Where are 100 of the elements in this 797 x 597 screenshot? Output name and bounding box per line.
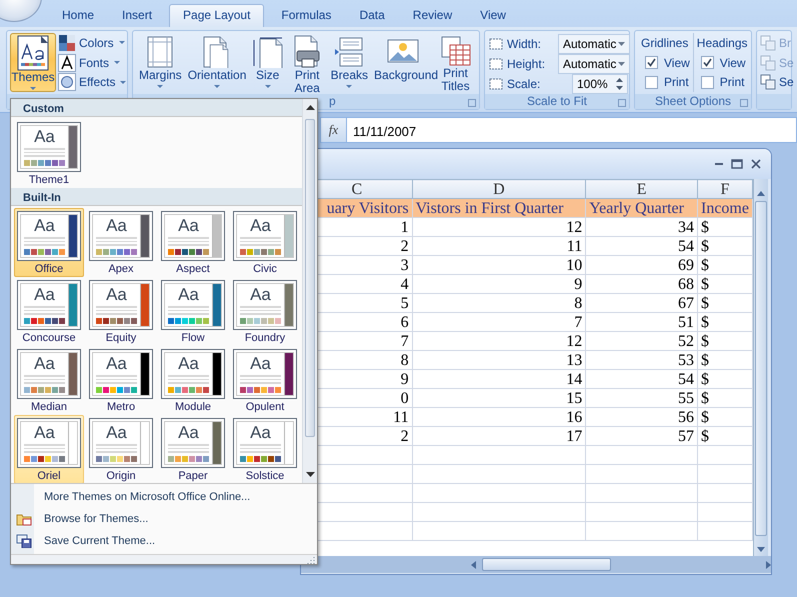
check-icon: [647, 58, 656, 67]
folder-icon: [16, 512, 32, 526]
group-footer: [757, 94, 791, 109]
theme-gallery-item[interactable]: Aa Concourse: [14, 277, 84, 346]
theme-gallery-item[interactable]: Aa Module: [158, 346, 228, 415]
dialog-launcher-icon[interactable]: [618, 99, 626, 107]
table-cell: 52: [586, 332, 698, 350]
table-cell: 10: [412, 256, 586, 274]
preview-text: Aa: [177, 424, 200, 442]
theme-gallery-item[interactable]: Aa Median: [14, 346, 84, 415]
checkbox[interactable]: [700, 76, 714, 89]
dialog-launcher-icon[interactable]: [468, 99, 476, 107]
ribbon-tab[interactable]: Review: [398, 4, 466, 27]
theme-gallery-item[interactable]: Aa Equity: [86, 277, 156, 346]
menu-item[interactable]: More Themes on Microsoft Office Online...: [11, 486, 317, 508]
scrollbar-thumb[interactable]: [482, 558, 611, 571]
circle-icon: [58, 73, 76, 92]
table-cell: 14: [412, 370, 586, 388]
table-cell: 68: [586, 274, 698, 294]
table-cell: 57: [586, 426, 698, 446]
preview-text: Aa: [177, 217, 200, 235]
themes-button[interactable]: Themes: [10, 33, 56, 92]
preview-text: Aa: [33, 217, 56, 235]
table-cell: Vistors in First Quarter: [412, 198, 586, 218]
checkbox-label: View: [664, 54, 690, 72]
scroll-down-icon: [757, 547, 765, 552]
dropdown-field[interactable]: Automatic: [558, 34, 630, 54]
ribbon-tab[interactable]: Formulas: [267, 4, 346, 27]
column-header[interactable]: E: [586, 180, 698, 198]
preview-text: Aa: [249, 355, 272, 373]
preview-text: Aa: [33, 128, 56, 146]
theme-gallery-item[interactable]: Aa Paper: [158, 415, 228, 484]
ribbon-button[interactable]: Margins: [136, 33, 185, 92]
theme-gallery-item[interactable]: Aa Apex: [86, 208, 156, 277]
table-cell: 7: [412, 312, 586, 332]
ribbon-menu-button[interactable]: Fonts: [58, 52, 126, 72]
ribbon-button[interactable]: Se: [760, 72, 794, 92]
scrollbar-thumb[interactable]: [755, 201, 767, 536]
column-header[interactable]: D: [412, 180, 586, 198]
ribbon-button[interactable]: Orientation: [184, 33, 249, 92]
theme-gallery-item[interactable]: Aa Metro: [86, 346, 156, 415]
table-cell: 16: [412, 408, 586, 426]
preview-text: Aa: [249, 217, 272, 235]
ribbon-tab[interactable]: Insert: [108, 4, 166, 27]
theme-gallery-item[interactable]: Aa Foundry: [230, 277, 300, 346]
theme-gallery-item[interactable]: Aa Solstice: [230, 415, 300, 484]
table-cell: Yearly Quarter: [586, 198, 698, 218]
theme-gallery-item[interactable]: Aa Oriel: [14, 415, 84, 484]
table-cell: 69: [586, 256, 698, 274]
checkbox[interactable]: [645, 56, 658, 69]
theme-gallery-item[interactable]: Aa Theme1: [14, 119, 84, 188]
theme-gallery-item[interactable]: Aa Origin: [86, 415, 156, 484]
table-cell: 13: [412, 350, 586, 370]
theme-gallery-item[interactable]: Aa Office: [14, 208, 84, 277]
table-cell: 53: [586, 350, 698, 370]
checkbox[interactable]: [645, 76, 658, 89]
menu-item[interactable]: Browse for Themes...: [11, 508, 317, 530]
theme-gallery-item[interactable]: Aa Civic: [230, 208, 300, 277]
page-break-icon: [334, 36, 364, 68]
table-cell: Income: [697, 198, 752, 218]
ribbon-tab[interactable]: View: [466, 4, 520, 27]
ribbon-tab[interactable]: Data: [345, 4, 399, 27]
spinner-field[interactable]: 100%: [572, 74, 628, 94]
preview-text: Aa: [33, 424, 56, 442]
ribbon-tab[interactable]: Page Layout: [169, 4, 264, 27]
column-header[interactable]: F: [697, 180, 752, 198]
table-cell: 15: [412, 388, 586, 408]
scroll-up-icon: [306, 105, 315, 110]
section-header: Custom: [11, 99, 302, 117]
menu-item[interactable]: Save Current Theme...: [11, 530, 317, 552]
checkbox[interactable]: [700, 56, 714, 69]
ribbon-menu-button[interactable]: Colors: [58, 33, 126, 53]
field-label: Width:: [507, 36, 542, 53]
scroll-right-icon: [766, 560, 771, 568]
ribbon-button[interactable]: Breaks: [328, 33, 372, 92]
group-label: Sheet Options: [654, 95, 732, 108]
page-size-icon: [252, 36, 284, 68]
theme-gallery-item[interactable]: Aa Aspect: [158, 208, 228, 277]
preview-text: Aa: [249, 424, 272, 442]
restore-icon: [731, 159, 743, 169]
theme-gallery-item[interactable]: Aa Opulent: [230, 346, 300, 415]
ribbon-button[interactable]: Size: [248, 33, 287, 92]
table-cell: 56: [586, 408, 698, 426]
table-cell: 54: [586, 236, 698, 256]
field-label: Height:: [507, 56, 546, 73]
save-icon: [16, 534, 32, 548]
ribbon-tab[interactable]: Home: [48, 4, 108, 27]
table-cell: 12: [412, 218, 586, 236]
ribbon-button[interactable]: Background: [371, 33, 436, 92]
scroll-left-icon: [471, 560, 476, 568]
dialog-launcher-icon[interactable]: [740, 99, 748, 107]
dropdown-field[interactable]: Automatic: [558, 54, 630, 74]
table-cell: 67: [586, 294, 698, 312]
table-cell: 11: [412, 236, 586, 256]
ribbon-menu-button[interactable]: Effects: [58, 72, 126, 92]
table-icon: [440, 35, 472, 67]
option-heading: Headings: [696, 34, 748, 52]
theme-gallery-item[interactable]: Aa Flow: [158, 277, 228, 346]
field-label: Scale:: [507, 76, 542, 93]
scrollbar-thumb[interactable]: [305, 119, 315, 437]
